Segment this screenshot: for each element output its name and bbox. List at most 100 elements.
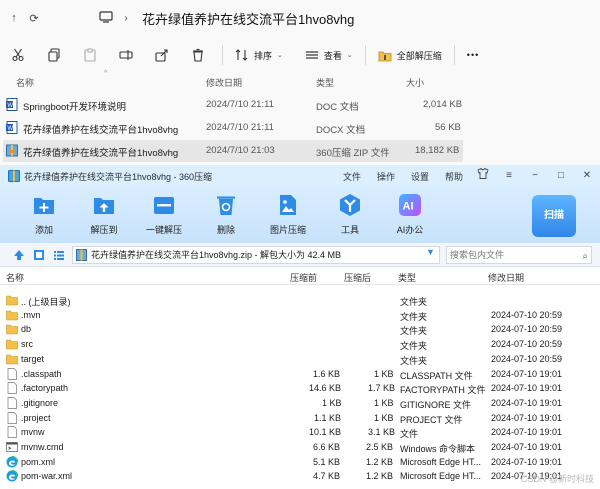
item-name: .. (上级目录): [21, 297, 71, 307]
more-options-button[interactable]: •••: [461, 42, 485, 68]
ribbon-tools-button[interactable]: 工具: [320, 193, 380, 236]
ribbon-ai-office-button[interactable]: AI AI办公: [380, 193, 440, 236]
column-before-size[interactable]: 压缩前: [290, 271, 317, 284]
item-type: 文件夹: [400, 326, 428, 337]
column-name[interactable]: 名称: [6, 271, 24, 284]
file-icon: [7, 426, 17, 439]
up-level-icon[interactable]: [12, 248, 26, 262]
edge-icon: [6, 470, 18, 482]
thumbnail-view-icon[interactable]: [32, 248, 46, 262]
back-arrow-icon[interactable]: ⟳: [24, 12, 44, 25]
ribbon-extract-to-button[interactable]: 解压到: [74, 193, 134, 236]
list-item[interactable]: .mvn 文件夹 2024-07-10 20:59: [0, 308, 600, 323]
list-item[interactable]: .. (上级目录) 文件夹: [0, 293, 600, 308]
view-button[interactable]: 查看 ⌄: [299, 42, 359, 68]
rename-icon[interactable]: [108, 42, 144, 68]
list-item[interactable]: .factorypath 14.6 KB 1.7 KB FACTORYPATH …: [0, 381, 600, 396]
ribbon-tools-label: 工具: [340, 225, 359, 235]
ribbon-add-label: 添加: [34, 225, 53, 235]
folder-icon: [6, 295, 18, 306]
file-size: 2,014 KB: [423, 99, 463, 110]
cut-icon[interactable]: [0, 42, 36, 68]
ribbon-delete-button[interactable]: 删除: [196, 193, 256, 236]
monitor-icon[interactable]: [96, 10, 116, 26]
item-before: 10.1 KB: [309, 427, 342, 438]
item-date: 2024-07-10 19:01: [491, 427, 563, 438]
item-before: 5.1 KB: [313, 456, 341, 467]
folder-icon: [6, 354, 18, 365]
scan-button[interactable]: 扫描: [532, 195, 576, 237]
file-name: Springboot开发环境说明: [23, 102, 126, 113]
item-after: 2.5 KB: [366, 442, 394, 452]
column-date[interactable]: 修改日期: [488, 271, 524, 284]
copy-icon[interactable]: [36, 42, 72, 68]
list-item[interactable]: mvnw.cmd 6.6 KB 2.5 KB Windows 命令脚本 2024…: [0, 440, 600, 455]
item-before: 6.6 KB: [313, 442, 341, 452]
menu-file[interactable]: 文件: [335, 170, 369, 183]
ribbon-image-compress-button[interactable]: 图片压缩: [258, 193, 318, 236]
extract-icon: [378, 51, 392, 61]
sort-button[interactable]: 排序 ⌄: [229, 42, 289, 68]
delete-icon[interactable]: [180, 42, 216, 68]
minimize-icon[interactable]: −: [526, 168, 544, 184]
image-compress-icon: [280, 195, 296, 215]
list-item[interactable]: mvnw 10.1 KB 3.1 KB 文件 2024-07-10 19:01: [0, 425, 600, 440]
item-name: .gitignore: [21, 397, 59, 408]
zip-address-field[interactable]: 花卉绿值养护在线交流平台1hvo8vhg.zip - 解包大小为 42.4 MB: [72, 246, 440, 264]
file-row[interactable]: W 花卉绿值养护在线交流平台1hvo8vhg 2024/7/10 21:11 D…: [3, 117, 463, 139]
extract-all-button[interactable]: 全部解压缩: [372, 42, 448, 68]
list-item[interactable]: .classpath 1.6 KB 1 KB CLASSPATH 文件 2024…: [0, 367, 600, 382]
list-item[interactable]: .project 1.1 KB 1 KB PROJECT 文件 2024-07-…: [0, 411, 600, 426]
menu-icon[interactable]: ≡: [500, 168, 518, 184]
file-type: 360压缩 ZIP 文件: [316, 148, 390, 159]
file-row[interactable]: W Springboot开发环境说明 2024/7/10 21:11 DOC 文…: [3, 94, 463, 116]
list-view-icon[interactable]: [52, 248, 66, 262]
ribbon-add-button[interactable]: 添加: [14, 193, 74, 236]
list-item[interactable]: src 文件夹 2024-07-10 20:59: [0, 337, 600, 352]
explorer-path[interactable]: 花卉绿值养护在线交流平台1hvo8vhg: [142, 9, 354, 28]
file-row-selected[interactable]: 花卉绿值养护在线交流平台1hvo8vhg 2024/7/10 21:03 360…: [3, 140, 463, 162]
item-type: Microsoft Edge HT...: [400, 471, 482, 482]
zip-search-input[interactable]: 搜索包内文件 ⌕: [446, 246, 592, 264]
chevron-right-icon[interactable]: ›: [116, 13, 136, 24]
menu-operate[interactable]: 操作: [369, 170, 403, 183]
search-icon[interactable]: ⌕: [582, 249, 588, 265]
item-name: .factorypath: [21, 383, 69, 394]
zip-window-title: 花卉绿值养护在线交流平台1hvo8vhg - 360压缩: [24, 171, 213, 182]
ribbon-one-click-extract-button[interactable]: 一键解压: [134, 193, 194, 236]
item-type: CLASSPATH 文件: [400, 370, 473, 381]
list-item[interactable]: .gitignore 1 KB 1 KB GITIGNORE 文件 2024-0…: [0, 396, 600, 411]
paste-icon[interactable]: [72, 42, 108, 68]
up-arrow-icon[interactable]: ↑: [4, 12, 24, 24]
item-before: 1 KB: [322, 397, 342, 408]
ribbon-one-click-extract-label: 一键解压: [145, 225, 182, 235]
column-type[interactable]: 类型: [398, 271, 416, 284]
list-item[interactable]: pom.xml 5.1 KB 1.2 KB Microsoft Edge HT.…: [0, 455, 600, 470]
item-type: 文件夹: [400, 355, 428, 366]
item-type: 文件夹: [400, 341, 428, 352]
svg-text:W: W: [7, 126, 13, 132]
skin-icon[interactable]: [474, 167, 492, 184]
column-type[interactable]: 类型: [316, 76, 334, 89]
address-dropdown-icon[interactable]: ▼: [426, 247, 435, 257]
zip-menu-bar: 文件 操作 设置 帮助: [335, 165, 471, 187]
file-date: 2024/7/10 21:11: [206, 99, 274, 110]
list-item[interactable]: db 文件夹 2024-07-10 20:59: [0, 322, 600, 337]
share-icon[interactable]: [144, 42, 180, 68]
column-name[interactable]: 名称: [16, 76, 34, 89]
item-type: 文件夹: [400, 311, 428, 322]
menu-settings[interactable]: 设置: [403, 170, 437, 183]
column-size[interactable]: 大小: [406, 76, 424, 89]
maximize-icon[interactable]: □: [552, 168, 570, 184]
delete-icon: [217, 196, 235, 215]
list-item[interactable]: target 文件夹 2024-07-10 20:59: [0, 352, 600, 367]
list-item[interactable]: pom-war.xml 4.7 KB 1.2 KB Microsoft Edge…: [0, 469, 600, 484]
column-date[interactable]: 修改日期: [206, 76, 242, 89]
item-after: 1.2 KB: [366, 471, 394, 482]
menu-help[interactable]: 帮助: [437, 170, 471, 183]
column-after-size[interactable]: 压缩后: [344, 271, 371, 284]
close-icon[interactable]: ✕: [578, 168, 596, 184]
item-date: 2024-07-10 19:01: [491, 368, 563, 379]
file-size: 18,182 KB: [415, 145, 460, 156]
file-icon: [7, 367, 17, 380]
